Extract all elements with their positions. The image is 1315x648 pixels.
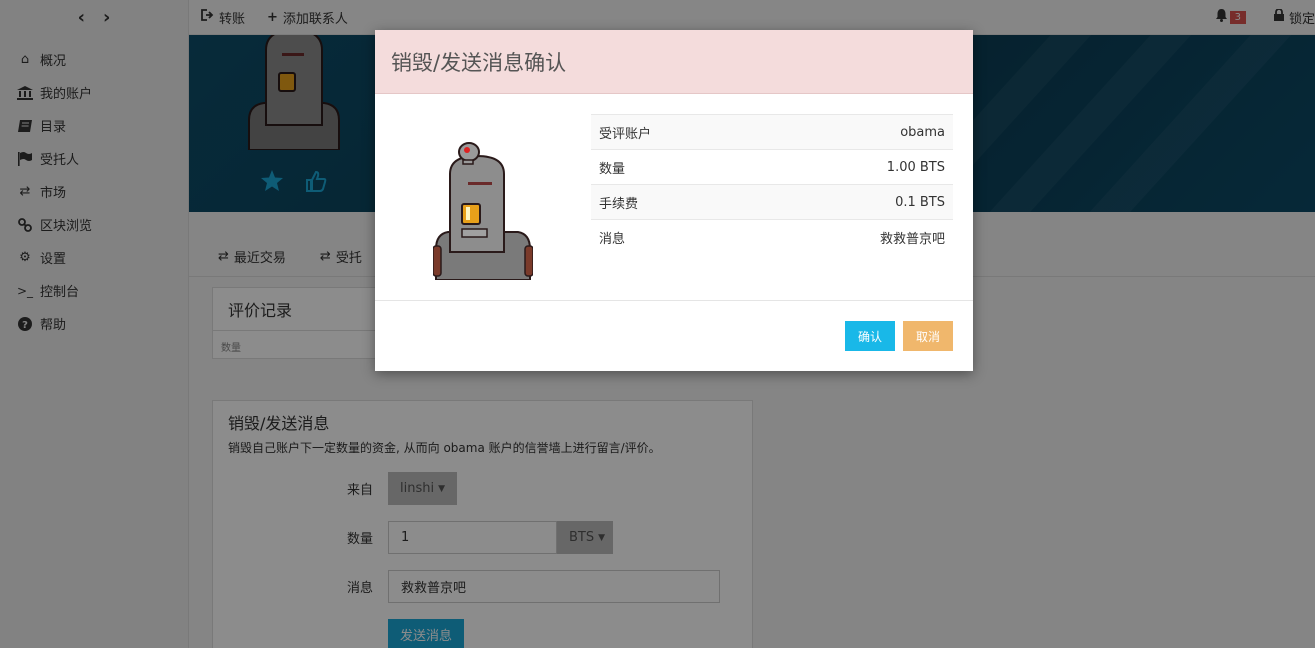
confirm-dialog: 销毁/发送消息确认 受评账户 obama 数量 1.00 BTS 手续费 0.1… — [375, 30, 973, 371]
dialog-title: 销毁/发送消息确认 — [391, 50, 567, 75]
row-label: 数量 — [599, 161, 626, 177]
dialog-header: 销毁/发送消息确认 — [375, 30, 973, 94]
table-row: 消息 救救普京吧 — [591, 219, 953, 254]
row-label: 受评账户 — [599, 126, 652, 142]
transaction-details-table: 受评账户 obama 数量 1.00 BTS 手续费 0.1 BTS 消息 救救… — [591, 114, 953, 254]
table-row: 数量 1.00 BTS — [591, 149, 953, 184]
row-label: 消息 — [599, 231, 626, 247]
row-value: obama — [900, 124, 945, 140]
confirm-button[interactable]: 确认 — [845, 321, 895, 351]
row-value: 0.1 BTS — [895, 194, 945, 210]
dialog-body: 受评账户 obama 数量 1.00 BTS 手续费 0.1 BTS 消息 救救… — [375, 94, 973, 301]
dialog-footer: 确认 取消 — [375, 301, 973, 371]
table-row: 手续费 0.1 BTS — [591, 184, 953, 219]
row-value: 救救普京吧 — [879, 231, 945, 247]
cancel-button[interactable]: 取消 — [903, 321, 953, 351]
table-row: 受评账户 obama — [591, 114, 953, 149]
row-label: 手续费 — [599, 196, 639, 212]
recipient-avatar — [432, 134, 534, 284]
row-value: 1.00 BTS — [886, 159, 945, 175]
